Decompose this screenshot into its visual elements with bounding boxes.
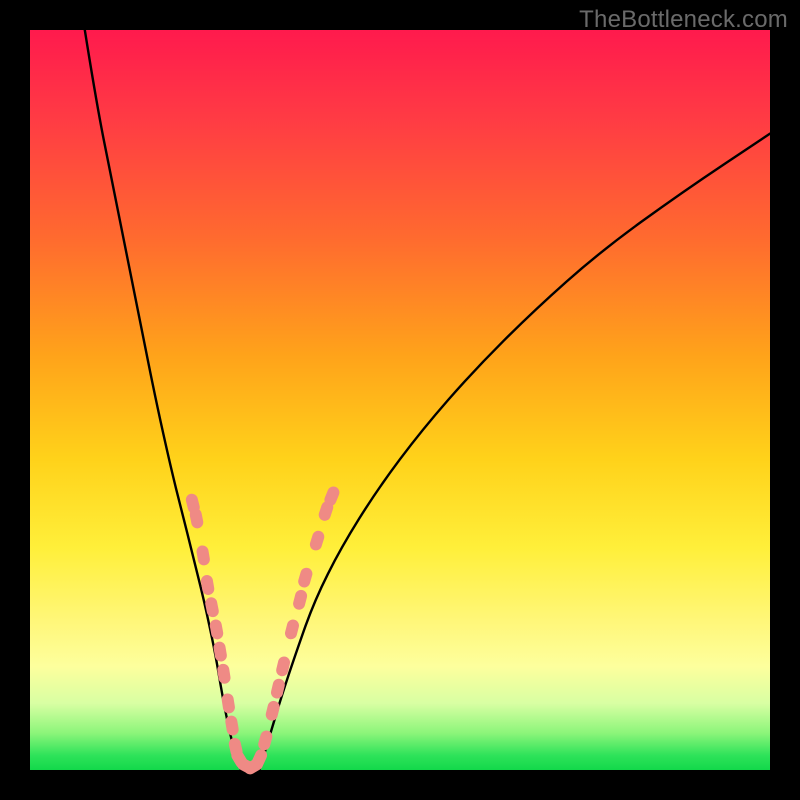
marker-point: [213, 641, 228, 663]
marker-point: [216, 663, 231, 685]
outer-frame: TheBottleneck.com: [0, 0, 800, 800]
marker-point: [292, 589, 309, 611]
marker-point: [297, 566, 314, 589]
watermark-text: TheBottleneck.com: [579, 6, 788, 34]
curve-layer: [85, 30, 770, 770]
marker-point: [221, 693, 236, 715]
marker-point: [196, 545, 211, 567]
marker-point: [284, 618, 301, 640]
curve-right-branch: [259, 134, 770, 770]
marker-point: [224, 715, 239, 737]
marker-point: [308, 529, 325, 552]
marker-point: [270, 678, 286, 700]
chart-svg: [30, 30, 770, 770]
plot-area: [30, 30, 770, 770]
marker-layer: [185, 485, 342, 777]
